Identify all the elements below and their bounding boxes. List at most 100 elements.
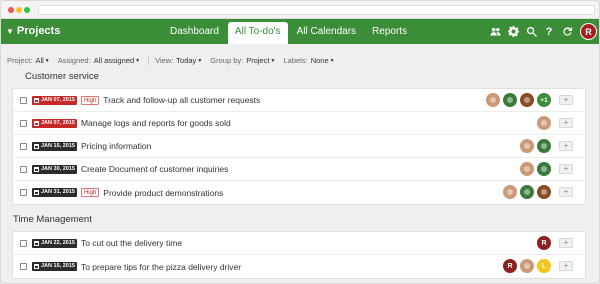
group-filter[interactable]: Project▼	[246, 56, 275, 65]
todo-checkbox[interactable]	[20, 96, 27, 104]
tab-all-todos[interactable]: All To-do's	[227, 22, 288, 44]
avatar[interactable]	[503, 185, 517, 199]
caret-down-icon: ▼	[44, 58, 50, 65]
add-assignee-button[interactable]: +	[559, 118, 573, 128]
project-filter-label: Project:	[7, 56, 33, 65]
assignees	[500, 185, 551, 199]
calendar-icon	[34, 143, 39, 149]
close-window-dot[interactable]	[8, 7, 14, 13]
due-date-badge: JAN 22, 2015	[32, 238, 77, 248]
task-title[interactable]: Pricing information	[81, 141, 151, 151]
todo-row[interactable]: JAN 15, 2015 Pricing information +	[13, 135, 585, 158]
task-title[interactable]: To prepare tips for the pizza delivery d…	[81, 262, 241, 272]
assigned-filter-value: All assigned	[93, 56, 135, 65]
todo-row[interactable]: JAN 31, 2015 High Provide product demons…	[13, 181, 585, 204]
refresh-icon[interactable]	[561, 26, 573, 38]
more-assignees-badge[interactable]: +1	[537, 93, 551, 107]
group-filter-value: Project	[246, 56, 270, 65]
project-filter-value: All	[35, 56, 44, 65]
user-avatar[interactable]: R	[580, 23, 597, 40]
assignees: R L	[500, 259, 551, 273]
due-date: JAN 07, 2015	[41, 119, 75, 126]
avatar[interactable]	[520, 93, 534, 107]
avatar[interactable]	[503, 93, 517, 107]
todo-checkbox[interactable]	[20, 189, 27, 196]
assignees	[517, 162, 551, 176]
calendar-icon	[34, 166, 39, 172]
todo-checkbox[interactable]	[20, 165, 27, 173]
people-icon[interactable]	[489, 26, 501, 38]
header-icons: ? R	[483, 23, 597, 40]
labels-filter[interactable]: None▼	[311, 56, 335, 65]
add-assignee-button[interactable]: +	[559, 141, 573, 151]
task-title[interactable]: Provide product demonstrations	[103, 188, 223, 198]
priority-tag: High	[80, 95, 100, 105]
task-title[interactable]: Manage logs and reports for goods sold	[81, 118, 231, 128]
address-bar[interactable]	[38, 5, 595, 15]
caret-down-icon: ▼	[270, 58, 276, 65]
avatar[interactable]	[537, 185, 551, 199]
assigned-filter[interactable]: All assigned▼	[94, 56, 140, 65]
chevron-down-icon: ▼	[6, 26, 14, 36]
calendar-icon	[34, 120, 39, 126]
tab-dashboard[interactable]: Dashboard	[163, 22, 226, 41]
avatar[interactable]: R	[503, 259, 517, 273]
task-title[interactable]: To cut out the delivery time	[81, 238, 182, 248]
avatar[interactable]	[520, 185, 534, 199]
due-date-badge: JAN 15, 2015	[32, 262, 77, 271]
todo-list: JAN 07, 2015 High Track and follow-up al…	[12, 88, 586, 205]
todo-row[interactable]: JAN 07, 2015 Manage logs and reports for…	[13, 112, 585, 135]
todo-checkbox[interactable]	[20, 239, 27, 247]
projects-menu[interactable]: ▼ Projects	[6, 25, 60, 37]
caret-down-icon: ▼	[329, 58, 335, 65]
minimize-window-dot[interactable]	[16, 7, 22, 13]
task-title[interactable]: Create Document of customer inquiries	[81, 164, 228, 174]
search-icon[interactable]	[525, 26, 537, 38]
calendar-icon	[34, 264, 39, 269]
gear-icon[interactable]	[507, 26, 519, 38]
caret-down-icon: ▼	[135, 58, 141, 65]
avatar[interactable]	[520, 139, 534, 153]
group-filter-label: Group by:	[210, 56, 244, 65]
todo-row[interactable]: JAN 15, 2015 To prepare tips for the piz…	[13, 255, 585, 278]
task-title[interactable]: Track and follow-up all customer request…	[103, 95, 260, 105]
priority-tag: High	[80, 188, 100, 197]
tab-all-calendars[interactable]: All Calendars	[290, 22, 363, 41]
filter-divider	[148, 56, 150, 65]
calendar-icon	[34, 190, 39, 195]
maximize-window-dot[interactable]	[24, 7, 30, 13]
due-date: JAN 22, 2015	[41, 239, 75, 246]
assignees: R	[534, 236, 551, 250]
avatar[interactable]	[520, 259, 534, 273]
avatar[interactable]: L	[537, 259, 551, 273]
avatar[interactable]: R	[537, 236, 551, 250]
assignees	[534, 116, 551, 130]
avatar[interactable]	[486, 93, 500, 107]
todo-checkbox[interactable]	[20, 119, 27, 127]
view-filter[interactable]: Today▼	[176, 56, 202, 65]
add-assignee-button[interactable]: +	[559, 238, 573, 248]
add-assignee-button[interactable]: +	[559, 187, 573, 197]
todo-row[interactable]: JAN 30, 2015 Create Document of customer…	[13, 158, 585, 181]
calendar-icon	[34, 240, 39, 246]
tab-reports[interactable]: Reports	[365, 22, 414, 41]
avatar[interactable]	[537, 162, 551, 176]
browser-chrome	[1, 1, 599, 19]
browser-window: ▼ Projects Dashboard All To-do's All Cal…	[0, 0, 600, 284]
todo-checkbox[interactable]	[20, 142, 27, 150]
brand-label: Projects	[16, 25, 61, 37]
labels-filter-label: Labels:	[283, 56, 308, 65]
help-icon[interactable]: ?	[543, 26, 555, 38]
avatar[interactable]	[537, 139, 551, 153]
todo-row[interactable]: JAN 22, 2015 To cut out the delivery tim…	[13, 232, 585, 255]
project-filter[interactable]: All▼	[35, 56, 49, 65]
add-assignee-button[interactable]: +	[559, 95, 573, 105]
avatar[interactable]	[537, 116, 551, 130]
due-date-badge: JAN 07, 2015	[32, 95, 77, 105]
section-title: Time Management	[13, 214, 92, 225]
avatar[interactable]	[520, 162, 534, 176]
todo-row[interactable]: JAN 07, 2015 High Track and follow-up al…	[13, 89, 585, 112]
add-assignee-button[interactable]: +	[559, 164, 573, 174]
todo-checkbox[interactable]	[20, 263, 27, 270]
add-assignee-button[interactable]: +	[559, 261, 573, 271]
